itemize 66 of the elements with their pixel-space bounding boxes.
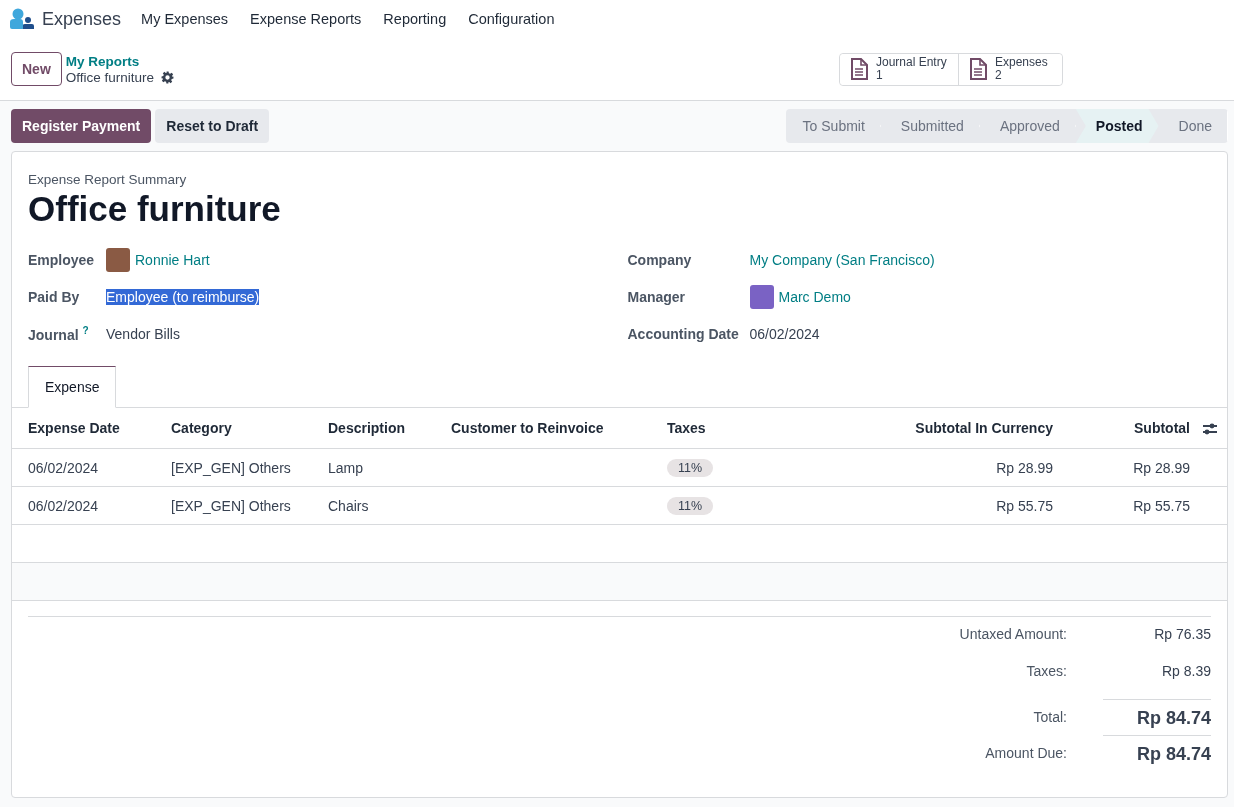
new-button[interactable]: New	[11, 52, 62, 86]
column-header[interactable]: Category	[171, 420, 232, 436]
document-icon	[850, 58, 868, 80]
avatar	[106, 247, 130, 272]
table-cell: 06/02/2024	[28, 459, 99, 476]
app-logo-icon	[10, 8, 34, 30]
total-label: Taxes:	[1026, 663, 1067, 679]
table-cell: 06/02/2024	[28, 497, 99, 514]
menu-item[interactable]: My Expenses	[141, 11, 229, 27]
field-label: Journal	[28, 326, 79, 343]
column-header[interactable]: Customer to Reinvoice	[451, 420, 604, 436]
table-cell: Lamp	[328, 459, 364, 476]
column-header[interactable]: Expense Date	[28, 420, 120, 436]
menu-item[interactable]: Configuration	[468, 11, 555, 27]
field-value: Vendor Bills	[106, 325, 180, 342]
table-cell: Rp 28.99	[1133, 459, 1190, 476]
field-label: Paid By	[28, 288, 80, 305]
total-label: Total:	[1033, 709, 1067, 725]
table-cell: Chairs	[328, 497, 369, 514]
avatar	[749, 284, 774, 309]
document-icon	[969, 58, 987, 80]
table-cell: Rp 55.75	[996, 497, 1053, 514]
status-stage[interactable]: Posted	[1075, 109, 1159, 143]
field-value-link[interactable]: Marc Demo	[778, 288, 851, 305]
field-label: Manager	[627, 288, 686, 305]
total-amount: Rp 84.74	[1136, 744, 1211, 764]
help-tooltip[interactable]: ?	[82, 324, 89, 336]
table-cell: [EXP_GEN] Others	[171, 497, 291, 514]
report-title: Office furniture	[28, 189, 282, 229]
total-amount: Rp 76.35	[1154, 626, 1211, 642]
status-stage[interactable]: To Submit	[785, 109, 881, 143]
menu-item[interactable]: Expense Reports	[250, 11, 362, 27]
breadcrumb-current: Office furniture	[65, 69, 155, 85]
menu-item[interactable]: Reporting	[383, 11, 447, 27]
register-payment-button[interactable]: Register Payment	[11, 109, 152, 143]
total-amount: Rp 84.74	[1136, 708, 1211, 728]
field-value: 06/02/2024	[749, 325, 820, 342]
field-label: Employee	[28, 251, 95, 268]
tax-tag: 11%	[667, 496, 714, 515]
field-value[interactable]: Employee (to reimburse)	[106, 288, 260, 305]
column-header[interactable]: Description	[328, 420, 405, 436]
settings-icon[interactable]	[161, 70, 175, 84]
field-value-link[interactable]: Ronnie Hart	[135, 251, 210, 268]
total-label: Amount Due:	[985, 745, 1067, 761]
tax-tag: 11%	[667, 458, 714, 477]
breadcrumb-link[interactable]: My Reports	[65, 53, 175, 69]
column-header[interactable]: Subtotal In Currency	[915, 420, 1053, 436]
table-cell: Rp 28.99	[996, 459, 1053, 476]
form-subtitle: Expense Report Summary	[28, 172, 188, 187]
app-name[interactable]: Expenses	[42, 8, 122, 30]
field-label: Company	[627, 251, 692, 268]
table-cell: Rp 55.75	[1133, 497, 1190, 514]
status-stage[interactable]: Approved	[979, 109, 1076, 143]
smart-button[interactable]: Expenses 2	[958, 53, 1062, 85]
status-stage[interactable]: Done	[1158, 109, 1228, 143]
column-header[interactable]: Subtotal	[1134, 420, 1190, 436]
notebook-tab[interactable]: Expense	[28, 366, 117, 408]
column-settings-icon[interactable]	[1202, 422, 1218, 437]
status-stage[interactable]: Submitted	[880, 109, 980, 143]
total-label: Untaxed Amount:	[959, 626, 1067, 642]
reset-button[interactable]: Reset to Draft	[155, 109, 270, 143]
total-amount: Rp 8.39	[1161, 663, 1211, 679]
field-label: Accounting Date	[627, 325, 739, 342]
column-header[interactable]: Taxes	[667, 420, 706, 436]
table-cell: [EXP_GEN] Others	[171, 459, 291, 476]
field-value-link[interactable]: My Company (San Francisco)	[749, 251, 935, 268]
